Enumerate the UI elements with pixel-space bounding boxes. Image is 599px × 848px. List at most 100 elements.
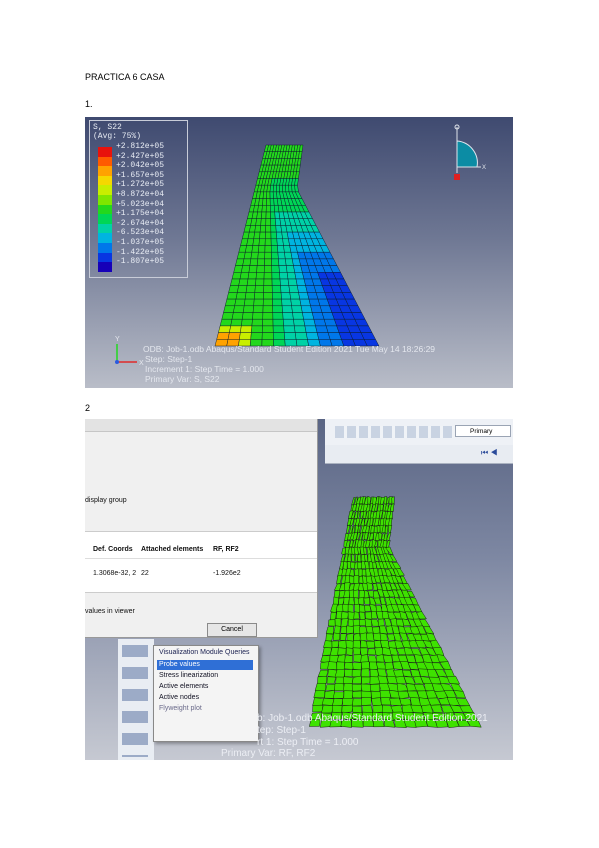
mesh-element	[365, 619, 372, 627]
mesh-element	[244, 299, 254, 306]
mesh-element	[225, 299, 236, 306]
mesh-element	[349, 597, 355, 604]
mesh-element	[353, 648, 360, 655]
mesh-element	[352, 691, 362, 698]
mesh-element	[255, 225, 261, 232]
mesh-element	[317, 333, 330, 340]
mesh-element	[246, 286, 255, 293]
menu-item-stress-linearization[interactable]: Stress linearization	[157, 671, 253, 681]
odb-info-line: ODB: Job-1.odb Abaqus/Standard Student E…	[143, 345, 435, 354]
mesh-element	[231, 319, 243, 326]
mesh-element	[272, 279, 281, 286]
mesh-element	[342, 548, 346, 555]
mesh-element	[264, 286, 273, 293]
mesh-element	[323, 641, 332, 648]
mesh-element	[218, 326, 230, 333]
mesh-element	[347, 626, 354, 634]
mesh-element	[362, 677, 371, 685]
mesh-element	[354, 612, 360, 619]
mesh-element	[258, 246, 265, 253]
mesh-element	[273, 326, 284, 333]
increment-info-line: Increment 1: Step Time = 1.000	[145, 365, 264, 374]
mesh-element	[264, 279, 272, 286]
cell-def-coords: 1.3068e-32, 2	[93, 570, 136, 577]
toolbox-icons[interactable]	[122, 645, 148, 757]
mesh-element	[345, 669, 353, 677]
mesh-element	[241, 319, 252, 326]
menu-item-active-nodes[interactable]: Active nodes	[157, 693, 253, 703]
cell-rf: -1.926e2	[213, 570, 241, 577]
mesh-element	[370, 684, 380, 692]
menu-item-active-elements[interactable]: Active elements	[157, 682, 253, 692]
mesh-element	[271, 219, 276, 226]
mesh-element	[352, 554, 356, 562]
mesh-element	[281, 286, 290, 293]
mesh-element	[364, 598, 370, 605]
mesh-element	[217, 333, 230, 340]
menu-item-flyweight-plot[interactable]: Flyweight plot	[157, 704, 253, 714]
mesh-element	[239, 333, 251, 340]
mesh-element	[360, 612, 366, 620]
mesh-element	[346, 640, 354, 648]
figure-2-reaction-force: Primary ⏮ ◀ display group Def. Coords At…	[85, 419, 513, 760]
mesh-element	[339, 640, 347, 648]
mesh-element	[354, 655, 362, 663]
mesh-element	[359, 590, 364, 598]
table-header-divider	[85, 558, 317, 559]
menu-item-probe-values[interactable]: Probe values	[157, 660, 253, 670]
mesh-element	[220, 319, 232, 326]
figure-1-stress-plot: S, S22 (Avg: 75%) +2.812e+05 +2.427e+05 +2…	[85, 117, 513, 388]
mesh-element	[241, 266, 250, 273]
mesh-element	[326, 684, 336, 691]
mesh-element	[352, 670, 361, 677]
mesh-element	[380, 640, 389, 648]
mesh-element	[373, 705, 384, 713]
mesh-element	[284, 326, 295, 333]
mesh-element	[283, 313, 294, 320]
mesh-element	[358, 526, 361, 533]
mesh-element	[343, 677, 353, 684]
mesh-element	[266, 205, 270, 212]
menu-title: Visualization Module Queries	[157, 648, 253, 658]
mesh-element	[365, 612, 372, 619]
mesh-element	[228, 333, 240, 340]
mesh-element	[263, 192, 267, 199]
mesh-element	[243, 259, 251, 266]
mesh-element	[224, 306, 235, 313]
axis-y-label: Y	[115, 336, 120, 343]
mesh-element	[266, 212, 271, 219]
mesh-element	[322, 698, 334, 705]
mesh-element	[353, 641, 360, 649]
mesh-element	[295, 185, 299, 192]
mesh-element	[278, 252, 285, 259]
cancel-button[interactable]: Cancel	[207, 623, 257, 637]
primary-var-line-2: Primary Var: RF, RF2	[221, 749, 315, 759]
mesh-element	[343, 698, 354, 705]
mesh-element	[347, 633, 354, 641]
mesh-element	[263, 313, 273, 320]
mesh-element	[305, 326, 317, 333]
mesh-element	[364, 547, 367, 555]
mesh-element	[354, 576, 359, 584]
mesh-element	[325, 690, 335, 698]
mesh-element	[249, 266, 257, 273]
mesh-element	[284, 333, 296, 340]
mesh-element	[283, 319, 294, 326]
mesh-element	[354, 569, 359, 577]
mesh-element	[260, 232, 266, 239]
mesh-element	[361, 669, 369, 677]
mesh-element	[344, 655, 352, 663]
mesh-element	[265, 232, 271, 239]
mesh-element	[262, 326, 273, 333]
mesh-element	[237, 286, 247, 293]
mesh-element	[288, 279, 297, 286]
mesh-element	[317, 677, 326, 684]
mesh-element	[257, 259, 264, 266]
mesh-element	[271, 225, 277, 232]
mesh-element	[315, 683, 326, 691]
mesh-element	[240, 272, 249, 279]
mesh-element	[338, 648, 347, 655]
mesh-element	[291, 299, 301, 306]
mesh-element	[306, 333, 319, 340]
mesh-element	[255, 286, 264, 293]
